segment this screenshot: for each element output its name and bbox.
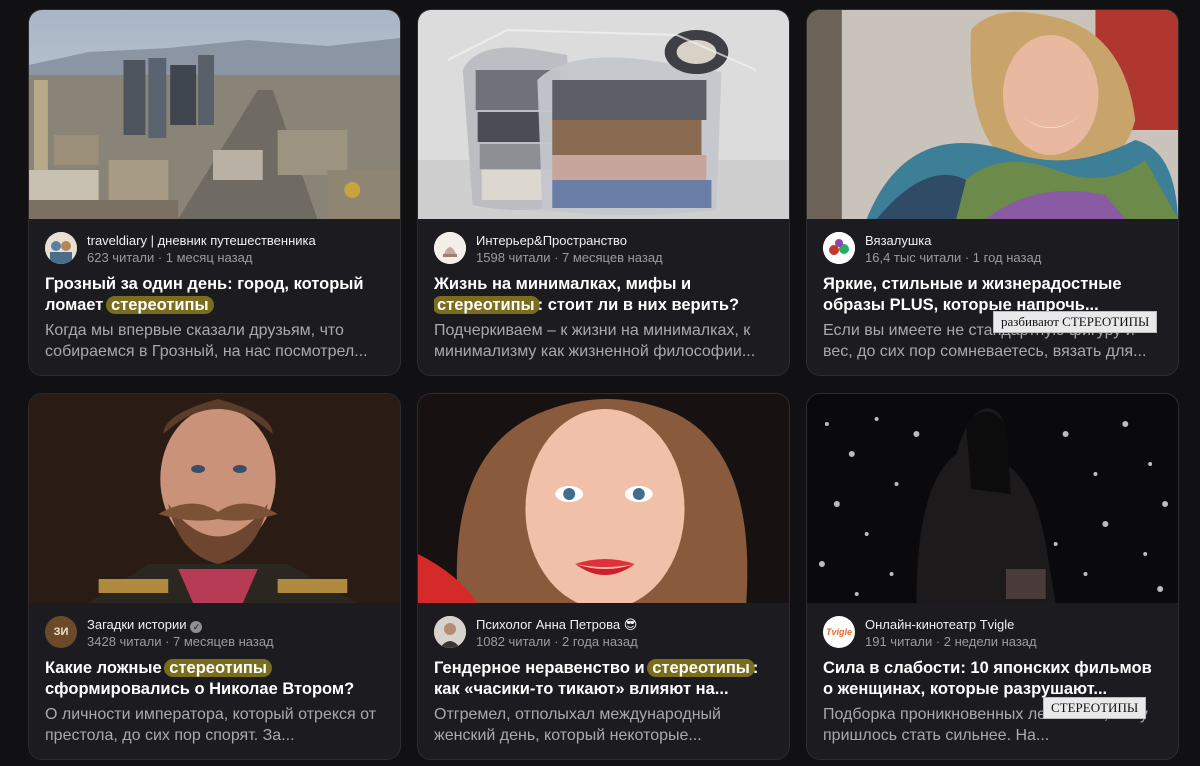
article-description: Подчеркиваем – к жизни на минималках, к … (434, 322, 756, 360)
article-card[interactable]: ЗИ Загадки истории ✓ 3428 читали · 7 меся… (28, 393, 401, 760)
article-stats: 1082 читали · 2 года назад (476, 634, 638, 649)
article-card[interactable]: Интерьер&Пространство 1598 читали · 7 ме… (417, 9, 790, 376)
article-stats: 623 читали · 1 месяц назад (87, 250, 253, 265)
highlight-tooltip: СТЕРЕОТИПЫ (1043, 697, 1147, 719)
article-description: Когда мы впервые сказали друзьям, что со… (45, 322, 368, 360)
channel-name[interactable]: Вязалушка (865, 233, 931, 248)
night-water-image[interactable] (807, 394, 1178, 603)
article-stats: 191 читали · 2 недели назад (865, 634, 1037, 649)
city-skyline-image[interactable] (29, 10, 400, 219)
emperor-portrait-image[interactable] (29, 394, 400, 603)
vacuum-bags-image[interactable] (418, 10, 789, 219)
history-avatar-icon[interactable]: ЗИ (45, 616, 77, 648)
woman-scarf-image[interactable] (807, 10, 1178, 219)
article-title[interactable]: Сила в слабости: 10 японских фильмов о ж… (823, 658, 1164, 700)
article-description: Отгремел, отполыхал международный женски… (434, 706, 721, 744)
article-stats: 1598 читали · 7 месяцев назад (476, 250, 663, 265)
woman-portrait-image[interactable] (418, 394, 789, 603)
article-description: О личности императора, который отрекся о… (45, 706, 377, 744)
channel-name[interactable]: Онлайн-кинотеатр Tvigle (865, 617, 1014, 632)
article-title[interactable]: Грозный за один день: город, который лом… (45, 274, 386, 316)
search-highlight: стереотипы (434, 296, 540, 314)
channel-meta: Психолог Анна Петрова 😎 1082 читали · 2 … (434, 616, 777, 652)
verified-icon: ✓ (190, 621, 203, 633)
article-title[interactable]: Яркие, стильные и жизнерадостные образы … (823, 274, 1164, 316)
article-card[interactable]: traveldiary | дневник путешественника 62… (28, 9, 401, 376)
channel-meta: ЗИ Загадки истории ✓ 3428 читали · 7 меся… (45, 616, 388, 652)
channel-name[interactable]: traveldiary | дневник путешественника (87, 233, 316, 248)
channel-meta: Вязалушка 16,4 тыс читали · 1 год назад (823, 232, 1166, 268)
article-stats: 3428 читали · 7 месяцев назад (87, 634, 274, 649)
search-highlight: стереотипы (647, 659, 755, 677)
channel-name[interactable]: Интерьер&Пространство (476, 233, 627, 248)
tvigle-avatar-icon[interactable]: Tvigle (823, 616, 855, 648)
article-title[interactable]: Гендерное неравенство и стереотипы: как … (434, 658, 775, 700)
article-card[interactable]: Психолог Анна Петрова 😎 1082 читали · 2 … (417, 393, 790, 760)
article-stats: 16,4 тыс читали · 1 год назад (865, 250, 1042, 265)
travel-avatar-icon[interactable] (45, 232, 77, 264)
knitting-avatar-icon[interactable] (823, 232, 855, 264)
article-title[interactable]: Жизнь на минималках, мифы и стереотипы: … (434, 274, 775, 316)
psychologist-avatar-icon[interactable] (434, 616, 466, 648)
channel-meta: traveldiary | дневник путешественника 62… (45, 232, 388, 268)
channel-name[interactable]: Психолог Анна Петрова 😎 (476, 617, 637, 633)
channel-name[interactable]: Загадки истории ✓ (87, 617, 203, 633)
article-feed-grid: traveldiary | дневник путешественника 62… (0, 0, 1200, 766)
channel-meta: Интерьер&Пространство 1598 читали · 7 ме… (434, 232, 777, 268)
search-highlight: стереотипы (105, 296, 214, 314)
interior-avatar-icon[interactable] (434, 232, 466, 264)
highlight-tooltip: разбивают СТЕРЕОТИПЫ (993, 311, 1158, 333)
channel-meta: Tvigle Онлайн-кинотеатр Tvigle 191 читал… (823, 616, 1166, 652)
search-highlight: стереотипы (164, 659, 272, 677)
article-title[interactable]: Какие ложные стереотипы сформировались о… (45, 658, 386, 700)
